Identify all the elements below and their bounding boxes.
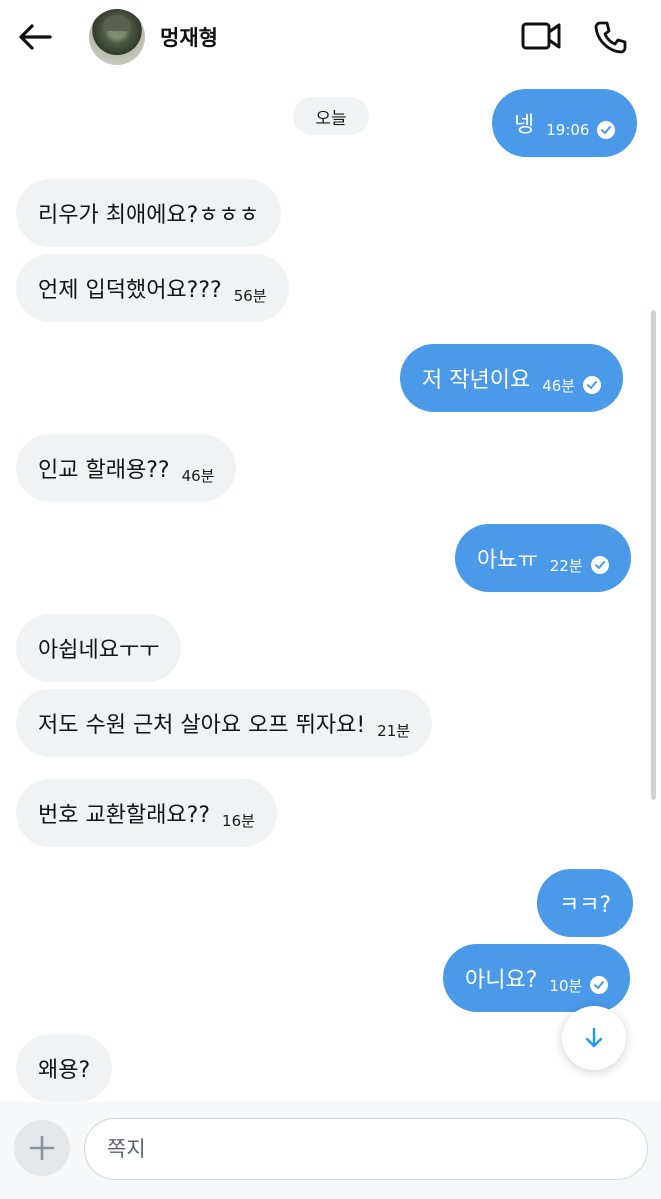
- message-text: 인교 할래용??: [38, 458, 170, 483]
- message-bubble-outgoing[interactable]: ㅋㅋ?: [537, 869, 634, 937]
- message-bubble-outgoing[interactable]: 넹 19:06: [492, 89, 638, 157]
- message-time: 46분: [542, 376, 576, 395]
- message-time: 56분: [233, 286, 267, 305]
- message-text: 저도 수원 근처 살아요 오프 뛰자요!: [38, 713, 366, 738]
- message-bubble-incoming[interactable]: 왜용?: [16, 1034, 113, 1102]
- phone-icon: [594, 21, 627, 54]
- video-camera-icon: [521, 22, 561, 50]
- scroll-to-bottom-button[interactable]: [562, 1006, 626, 1070]
- message-bubble-outgoing[interactable]: 저 작년이요 46분: [400, 344, 624, 412]
- message-text: 넹: [514, 113, 535, 138]
- message-text: 아쉽네요ㅜㅜ: [38, 638, 160, 663]
- message-bubble-outgoing[interactable]: 아뇨ㅠ 22분: [455, 524, 631, 592]
- plus-icon: [29, 1135, 55, 1161]
- message-text: 왜용?: [38, 1058, 91, 1083]
- message-text: 번호 교환할래요??: [38, 803, 211, 828]
- conversation-header: 멍재형: [0, 0, 661, 76]
- message-bubble-incoming[interactable]: 아쉽네요ㅜㅜ: [16, 614, 182, 682]
- date-divider: 오늘: [293, 97, 369, 135]
- message-text: 아뇨ㅠ: [477, 548, 538, 573]
- contact-avatar[interactable]: [89, 9, 145, 65]
- check-circle-icon: [597, 121, 616, 139]
- message-time: 19:06: [546, 121, 590, 139]
- message-bubble-incoming[interactable]: 리우가 최애에요?ㅎㅎㅎ: [16, 179, 282, 247]
- message-text: ㅋㅋ?: [559, 893, 612, 918]
- check-circle-icon: [590, 556, 609, 574]
- check-circle-icon: [583, 376, 602, 394]
- message-text: 리우가 최애에요?ㅎㅎㅎ: [38, 203, 260, 228]
- message-time: 10분: [549, 976, 583, 995]
- message-bubble-incoming[interactable]: 인교 할래용?? 46분: [16, 434, 237, 502]
- check-circle-icon: [590, 976, 609, 994]
- voice-call-button[interactable]: [590, 16, 632, 58]
- video-call-button[interactable]: [519, 16, 563, 56]
- arrow-left-icon: [19, 24, 52, 50]
- message-composer: [0, 1102, 661, 1199]
- contact-name[interactable]: 멍재형: [160, 22, 218, 52]
- message-bubble-incoming[interactable]: 번호 교환할래요?? 16분: [16, 779, 277, 847]
- back-button[interactable]: [14, 16, 56, 58]
- message-time: 21분: [377, 721, 411, 740]
- message-text: 언제 입덕했어요???: [38, 278, 222, 303]
- message-bubble-incoming[interactable]: 저도 수원 근처 살아요 오프 뛰자요! 21분: [16, 689, 433, 757]
- message-text: 저 작년이요: [422, 368, 531, 393]
- message-input[interactable]: [84, 1118, 648, 1180]
- message-time: 46분: [181, 466, 215, 485]
- message-bubble-outgoing[interactable]: 아니요? 10분: [443, 944, 631, 1012]
- message-text: 아니요?: [465, 968, 538, 993]
- message-time: 22분: [549, 556, 583, 575]
- dm-conversation-screen: 멍재형 오늘 넹 19:06 리우가 최애에요?ㅎㅎㅎ 언제 입덕했어요??? …: [0, 0, 661, 1199]
- add-attachment-button[interactable]: [14, 1120, 70, 1176]
- message-time: 16분: [222, 811, 255, 830]
- scrollbar[interactable]: [651, 310, 656, 800]
- message-bubble-incoming[interactable]: 언제 입덕했어요??? 56분: [16, 254, 289, 322]
- arrow-down-icon: [585, 1027, 603, 1048]
